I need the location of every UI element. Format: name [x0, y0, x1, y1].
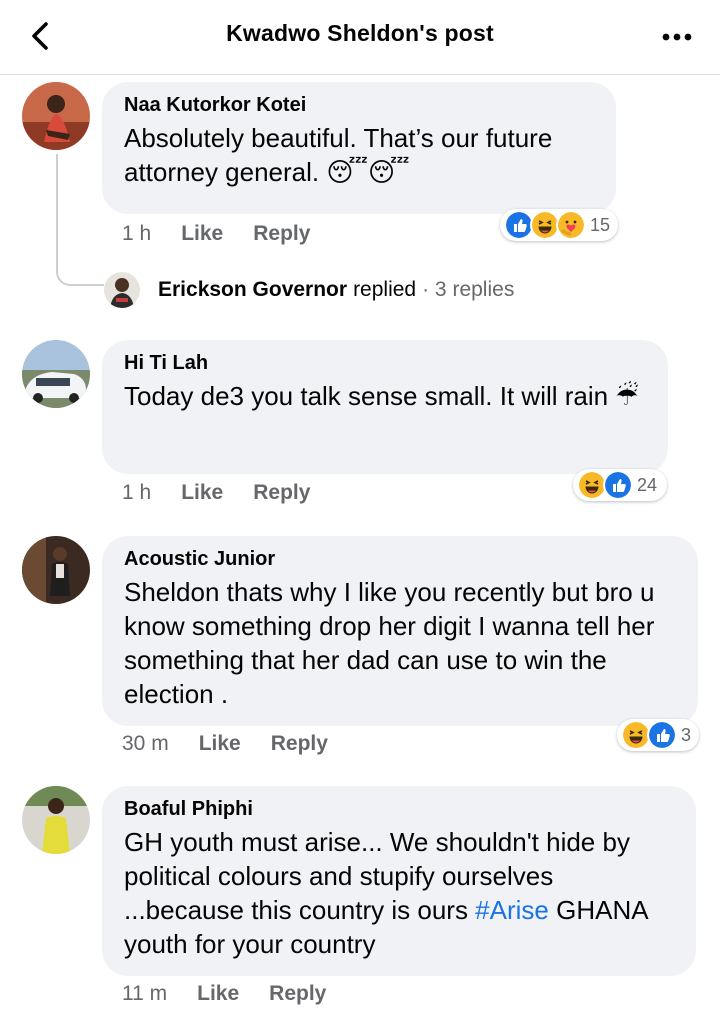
comment-bubble: Naa Kutorkor Kotei Absolutely beautiful.… — [102, 82, 616, 214]
comment-text: Today de3 you talk sense small. It will … — [124, 381, 639, 411]
reaction-summary[interactable]: 15 — [500, 209, 618, 241]
hashtag-link[interactable]: #Arise — [475, 895, 549, 925]
view-replies-row[interactable]: Erickson Governor replied · 3 replies — [104, 272, 514, 308]
avatar[interactable] — [22, 536, 90, 604]
thread-line — [56, 154, 104, 286]
comment-actions: 11 m Like Reply — [122, 982, 326, 1006]
like-button[interactable]: Like — [199, 732, 241, 756]
comment-actions: 30 m Like Reply — [122, 732, 328, 756]
comment-author[interactable]: Naa Kutorkor Kotei — [124, 94, 596, 117]
reaction-count: 15 — [589, 214, 610, 235]
comment-author[interactable]: Hi Ti Lah — [124, 352, 648, 375]
reply-count[interactable]: · 3 replies — [422, 278, 514, 302]
comment-text: Sheldon thats why I like you recently bu… — [124, 577, 655, 709]
comment-time: 1 h — [122, 481, 152, 504]
more-options-icon[interactable] — [660, 22, 694, 52]
like-button[interactable]: Like — [181, 481, 223, 505]
like-button[interactable]: Like — [181, 222, 223, 246]
reaction-summary[interactable]: 3 — [617, 719, 699, 751]
page-title: Kwadwo Sheldon's post — [226, 20, 494, 46]
care-icon — [555, 210, 586, 240]
comment-bubble: Hi Ti Lah Today de3 you talk sense small… — [102, 340, 668, 474]
comment-actions: 1 h Like Reply — [122, 222, 310, 246]
comment-time: 11 m — [122, 982, 168, 1005]
comment-author[interactable]: Boaful Phiphi — [124, 798, 676, 821]
reply-action: replied — [353, 278, 417, 301]
comment-time: 1 h — [122, 222, 152, 245]
avatar[interactable] — [22, 786, 90, 854]
top-bar: Kwadwo Sheldon's post — [0, 0, 720, 75]
comment-actions: 1 h Like Reply — [122, 481, 310, 505]
avatar[interactable] — [22, 82, 90, 150]
comment-bubble: Boaful Phiphi GH youth must arise... We … — [102, 786, 696, 976]
reply-button[interactable]: Reply — [253, 481, 310, 505]
reaction-summary[interactable]: 24 — [573, 469, 667, 501]
like-icon — [603, 470, 633, 500]
reply-button[interactable]: Reply — [269, 982, 326, 1006]
comment-text: GH youth must arise... We shouldn't hide… — [124, 825, 676, 961]
comment-time: 30 m — [122, 732, 169, 755]
like-button[interactable]: Like — [197, 982, 239, 1006]
reply-author[interactable]: Erickson Governor — [158, 278, 347, 302]
comment-bubble: Acoustic Junior Sheldon thats why I like… — [102, 536, 698, 726]
reply-button[interactable]: Reply — [271, 732, 328, 756]
reaction-count: 3 — [681, 724, 692, 745]
like-icon — [647, 720, 677, 750]
reaction-count: 24 — [637, 474, 658, 495]
avatar — [104, 272, 140, 308]
avatar[interactable] — [22, 340, 90, 408]
comment-text: Absolutely beautiful. That’s our future … — [124, 123, 553, 187]
comment-author[interactable]: Acoustic Junior — [124, 548, 678, 571]
reply-button[interactable]: Reply — [253, 222, 310, 246]
